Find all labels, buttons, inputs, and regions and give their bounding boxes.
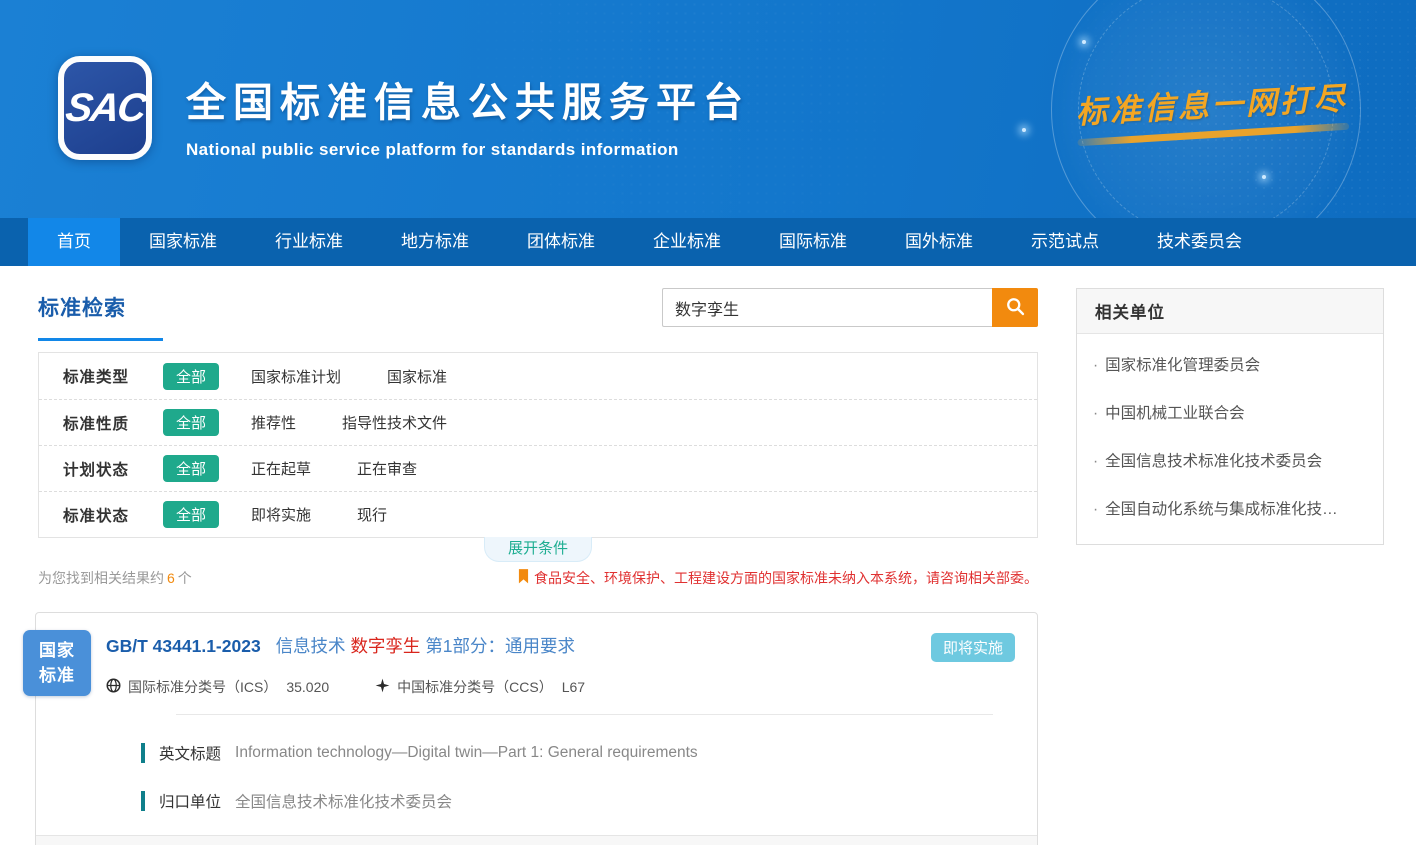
filter-label: 标准状态 <box>63 504 163 526</box>
related-units-sidebar: 相关单位 国家标准化管理委员会 中国机械工业联合会 全国信息技术标准化技术委员会… <box>1076 288 1384 845</box>
related-units-panel: 相关单位 国家标准化管理委员会 中国机械工业联合会 全国信息技术标准化技术委员会… <box>1076 288 1384 545</box>
filter-option[interactable]: 现行 <box>357 504 387 525</box>
filter-option[interactable]: 即将实施 <box>251 504 311 525</box>
nav-item-foreign-standards[interactable]: 国外标准 <box>876 218 1002 266</box>
nav-item-home[interactable]: 首页 <box>28 218 120 266</box>
section-title-block: 标准检索 <box>38 288 163 341</box>
detail-value: 全国信息技术标准化技术委员会 <box>235 790 452 812</box>
notice-text: 食品安全、环境保护、工程建设方面的国家标准未纳入本系统，请咨询相关部委。 <box>534 568 1038 588</box>
nav-item-international-standards[interactable]: 国际标准 <box>750 218 876 266</box>
filter-option[interactable]: 国家标准 <box>387 366 447 387</box>
standard-title-link[interactable]: GB/T 43441.1-2023 信息技术 数字孪生 第1部分：通用要求 <box>106 633 575 658</box>
ccs-label: 中国标准分类号（CCS） <box>397 677 553 697</box>
results-count-suffix: 个 <box>178 570 192 586</box>
search-bar <box>662 288 1038 327</box>
related-units-title: 相关单位 <box>1077 289 1383 334</box>
main-column: 标准检索 标准类型 全部 国家标准计划 国家标准 标准性质 <box>38 288 1038 845</box>
filter-row-standard-nature: 标准性质 全部 推荐性 指导性技术文件 <box>39 399 1037 445</box>
card-header: GB/T 43441.1-2023 信息技术 数字孪生 第1部分：通用要求 即将… <box>36 613 1037 715</box>
filter-label: 计划状态 <box>63 458 163 480</box>
site-banner: SAC 全国标准信息公共服务平台 National public service… <box>0 0 1416 218</box>
detail-accent-bar <box>141 791 145 811</box>
site-title: 全国标准信息公共服务平台 <box>186 70 750 128</box>
detail-row-english-title: 英文标题 Information technology—Digital twin… <box>141 729 1015 777</box>
nav-item-pilot-program[interactable]: 示范试点 <box>1002 218 1128 266</box>
system-notice: 食品安全、环境保护、工程建设方面的国家标准未纳入本系统，请咨询相关部委。 <box>518 568 1038 588</box>
search-icon <box>1005 296 1026 320</box>
filter-option[interactable]: 国家标准计划 <box>251 366 341 387</box>
related-unit-link[interactable]: 全国信息技术标准化技术委员会 <box>1093 436 1367 484</box>
compass-icon <box>375 678 397 696</box>
card-details: 英文标题 Information technology—Digital twin… <box>36 715 1037 835</box>
badge-line2: 标准 <box>23 663 91 688</box>
ccs-classification: 中国标准分类号（CCS） L67 <box>375 677 585 697</box>
card-footer: 发布于 2023-11-27 实施于 2024-06-01 <box>36 835 1037 845</box>
related-units-list: 国家标准化管理委员会 中国机械工业联合会 全国信息技术标准化技术委员会 全国自动… <box>1077 334 1383 544</box>
filter-option[interactable]: 正在起草 <box>251 458 311 479</box>
detail-label: 英文标题 <box>159 742 221 764</box>
search-header: 标准检索 <box>38 288 1038 350</box>
detail-accent-bar <box>141 743 145 763</box>
bookmark-icon <box>518 569 534 587</box>
search-button[interactable] <box>992 288 1038 327</box>
card-title-row: GB/T 43441.1-2023 信息技术 数字孪生 第1部分：通用要求 即将… <box>106 633 1015 662</box>
spark-dot <box>1022 128 1026 132</box>
related-unit-link[interactable]: 中国机械工业联合会 <box>1093 388 1367 436</box>
filter-option[interactable]: 指导性技术文件 <box>342 412 447 433</box>
related-unit-link[interactable]: 全国自动化系统与集成标准化技… <box>1093 484 1367 532</box>
ics-classification: 国际标准分类号（ICS） 35.020 <box>106 677 329 697</box>
filter-row-standard-type: 标准类型 全部 国家标准计划 国家标准 <box>39 353 1037 399</box>
search-input[interactable] <box>662 288 992 327</box>
globe-icon <box>106 678 128 696</box>
nav-item-technical-committee[interactable]: 技术委员会 <box>1128 218 1271 266</box>
standard-code: GB/T 43441.1-2023 <box>106 636 261 656</box>
ics-label: 国际标准分类号（ICS） <box>128 677 277 697</box>
expand-conditions-button[interactable]: 展开条件 <box>484 537 592 562</box>
filter-all-button[interactable]: 全部 <box>163 409 219 436</box>
detail-row-committee: 归口单位 全国信息技术标准化技术委员会 <box>141 777 1015 825</box>
filter-panel: 标准类型 全部 国家标准计划 国家标准 标准性质 全部 推荐性 指导性技术文件 … <box>38 352 1038 538</box>
nav-item-enterprise-standards[interactable]: 企业标准 <box>624 218 750 266</box>
related-unit-link[interactable]: 国家标准化管理委员会 <box>1093 340 1367 388</box>
spark-dot <box>1082 40 1086 44</box>
site-subtitle: National public service platform for sta… <box>186 140 750 160</box>
ics-value: 35.020 <box>286 679 329 695</box>
banner-titles: 全国标准信息公共服务平台 National public service pla… <box>186 70 750 160</box>
results-count-number: 6 <box>164 570 178 586</box>
standard-title-post: 第1部分：通用要求 <box>425 636 575 656</box>
spark-dot <box>1262 175 1266 179</box>
badge-line1: 国家 <box>23 638 91 663</box>
detail-value: Information technology—Digital twin—Part… <box>235 744 698 762</box>
nav-item-group-standards[interactable]: 团体标准 <box>498 218 624 266</box>
card-meta-row: 国际标准分类号（ICS） 35.020 中国标准分类号（CCS） L67 <box>106 677 1015 697</box>
filter-all-button[interactable]: 全部 <box>163 501 219 528</box>
filter-all-button[interactable]: 全部 <box>163 455 219 482</box>
page-title: 标准检索 <box>38 288 163 322</box>
standard-result-card: 国家 标准 GB/T 43441.1-2023 信息技术 数字孪生 第1部分：通… <box>35 612 1038 845</box>
results-count-prefix: 为您找到相关结果约 <box>38 570 164 586</box>
nav-item-local-standards[interactable]: 地方标准 <box>372 218 498 266</box>
sac-logo[interactable]: SAC <box>58 56 152 160</box>
page-content: 标准检索 标准类型 全部 国家标准计划 国家标准 标准性质 <box>0 266 1416 845</box>
main-nav: 首页 国家标准 行业标准 地方标准 团体标准 企业标准 国际标准 国外标准 示范… <box>0 218 1416 266</box>
filter-all-button[interactable]: 全部 <box>163 363 219 390</box>
nav-item-national-standards[interactable]: 国家标准 <box>120 218 246 266</box>
filter-row-plan-status: 计划状态 全部 正在起草 正在审查 <box>39 445 1037 491</box>
filter-label: 标准类型 <box>63 365 163 387</box>
national-standard-badge[interactable]: 国家 标准 <box>23 630 91 696</box>
filter-row-standard-status: 标准状态 全部 即将实施 现行 <box>39 491 1037 537</box>
ccs-value: L67 <box>562 679 585 695</box>
nav-item-industry-standards[interactable]: 行业标准 <box>246 218 372 266</box>
filter-option[interactable]: 推荐性 <box>251 412 296 433</box>
results-summary-row: 为您找到相关结果约6个 食品安全、环境保护、工程建设方面的国家标准未纳入本系统，… <box>38 568 1038 588</box>
sac-logo-text: SAC <box>63 86 148 131</box>
status-badge: 即将实施 <box>931 633 1015 662</box>
title-underline <box>38 338 163 341</box>
results-count: 为您找到相关结果约6个 <box>38 568 192 588</box>
filter-option[interactable]: 正在审查 <box>357 458 417 479</box>
standard-title-highlight: 数字孪生 <box>350 636 420 656</box>
standard-title-pre: 信息技术 <box>276 636 346 656</box>
filter-label: 标准性质 <box>63 412 163 434</box>
detail-label: 归口单位 <box>159 790 221 812</box>
